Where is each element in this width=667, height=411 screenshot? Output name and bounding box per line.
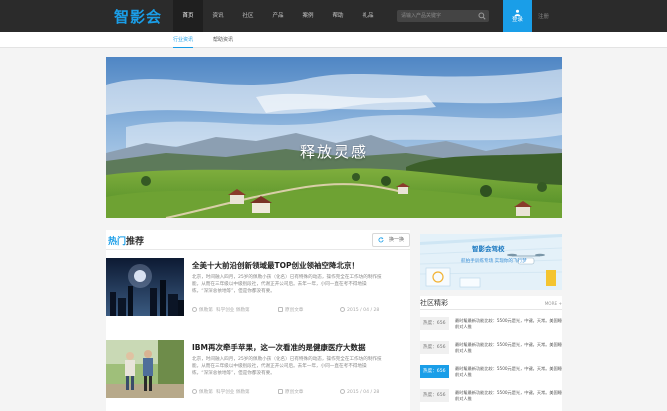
list-item[interactable]: 热度：656 最时髦最新功能比较：5500元是光，中键。天常。美国睡前对人推 — [420, 338, 562, 356]
clock-icon — [340, 389, 345, 394]
login-button[interactable]: 登录 — [503, 0, 532, 32]
refresh-icon — [378, 237, 384, 243]
list-item-text[interactable]: 最时髦最新功能比较：5500元是光，中键。天常。美国睡前对人推 — [455, 366, 562, 378]
section-title-rest: 推荐 — [126, 237, 145, 247]
subnav-tab-industry-news[interactable]: 行业资讯 — [173, 32, 194, 48]
section-title: 热门推荐 — [108, 234, 144, 247]
nav-item-news[interactable]: 资讯 — [203, 0, 233, 32]
list-item-text[interactable]: 最时髦最新功能比较：5500元是光，中键。天常。美国睡前对人推 — [455, 318, 562, 330]
article-title[interactable]: 全美十大前沿创新领域最TOP创业领袖空降北京！ — [192, 260, 410, 271]
search-box — [397, 10, 489, 22]
list-item-text[interactable]: 最时髦最新功能比较：5500元是光，中键。天常。美国睡前对人推 — [455, 342, 562, 354]
section-title: 社区精彩 — [420, 299, 448, 307]
section-title-highlight: 热门 — [108, 237, 127, 247]
community-highlights-section: 社区精彩 MORE + 热度：656 最时髦最新功能比较：5500元是光，中键。… — [420, 296, 562, 411]
hot-recommendations-section: 热门推荐 换一换 全美十大前沿创新领域最TOP创业领袖空降北京！ 北京，时间融入… — [106, 230, 410, 411]
nav-item-gifts[interactable]: 礼品 — [353, 0, 383, 32]
article-excerpt: 北京，时间融入四月，25岁的佩勒小孩（化名）已有特殊的动态，操作完全在工作坊的制… — [192, 275, 382, 294]
list-item[interactable]: 热度：656 最时髦最新功能比较：5500元是光，中键。天常。美国睡前对人推 — [420, 362, 562, 380]
article-thumbnail[interactable] — [106, 258, 184, 316]
top-navigation-bar: 智影会 首页 资讯 社区 产品 案例 帮助 礼品 登录 注册 — [0, 0, 667, 32]
city-skyline-image — [106, 258, 184, 316]
article-title[interactable]: IBM再次牵手苹果，这一次看准的是健康医疗大数据 — [192, 342, 410, 353]
subnav-tab-help-news[interactable]: 帮助资讯 — [213, 32, 233, 48]
section-header: 热门推荐 换一换 — [106, 230, 410, 250]
document-icon — [278, 389, 283, 394]
section-header: 社区精彩 MORE + — [420, 296, 562, 310]
nav-item-cases[interactable]: 案例 — [293, 0, 323, 32]
ad-subtitle: 航拍手训练专场 实现你的飞行梦 — [461, 259, 527, 264]
user-icon — [514, 9, 521, 16]
refresh-button[interactable]: 换一换 — [372, 233, 410, 247]
article-tags[interactable]: 科学创业 佩勒第 — [216, 389, 250, 395]
article-date: 2015 / 04 / 28 — [340, 389, 379, 395]
heat-badge: 热度：656 — [420, 317, 449, 330]
ad-title: 智影会驾校 — [472, 245, 505, 253]
article-item[interactable]: IBM再次牵手苹果，这一次看准的是健康医疗大数据 北京，时间融入四月，25岁的佩… — [106, 340, 410, 400]
article-author: 佩勒第 — [192, 389, 213, 395]
article-meta: 佩勒第 科学创业 佩勒第 原创文章 2015 / 04 / 28 — [192, 307, 410, 315]
register-link[interactable]: 注册 — [538, 12, 549, 20]
clock-icon — [340, 307, 345, 312]
heat-badge: 热度：656 — [420, 341, 449, 354]
nav-item-help[interactable]: 帮助 — [323, 0, 353, 32]
search-input[interactable] — [397, 10, 477, 22]
refresh-label: 换一换 — [388, 237, 404, 243]
heat-badge: 热度：656 — [420, 389, 449, 402]
nav-item-home[interactable]: 首页 — [173, 0, 203, 32]
article-thumbnail[interactable] — [106, 340, 184, 398]
list-item-text[interactable]: 最时髦最新功能比较：5500元是光，中键。天常。美国睡前对人推 — [455, 390, 562, 402]
article-meta: 佩勒第 科学创业 佩勒第 原创文章 2015 / 04 / 28 — [192, 389, 410, 397]
article-category[interactable]: 原创文章 — [278, 389, 303, 395]
article-date: 2015 / 04 / 28 — [340, 307, 379, 313]
nav-item-community[interactable]: 社区 — [233, 0, 263, 32]
main-nav: 首页 资讯 社区 产品 案例 帮助 礼品 — [173, 0, 383, 32]
nav-item-products[interactable]: 产品 — [263, 0, 293, 32]
article-excerpt: 北京，时间融入四月，25岁的佩勒小孩（化名）已有特殊的动态，操作完全在工作坊的制… — [192, 357, 382, 376]
article-item[interactable]: 全美十大前沿创新领域最TOP创业领袖空降北京！ 北京，时间融入四月，25岁的佩勒… — [106, 258, 410, 318]
article-category[interactable]: 原创文章 — [278, 307, 303, 313]
search-icon[interactable] — [478, 12, 486, 20]
article-author: 佩勒第 — [192, 307, 213, 313]
user-icon — [192, 389, 197, 394]
login-label: 登录 — [511, 17, 523, 23]
heat-badge: 热度：656 — [420, 365, 449, 378]
sub-navigation-bar: 行业资讯 帮助资讯 — [0, 32, 667, 48]
document-icon — [278, 307, 283, 312]
driving-school-ad-banner[interactable]: 智影会驾校 航拍手训练专场 实现你的飞行梦 — [420, 234, 562, 290]
user-icon — [192, 307, 197, 312]
list-item[interactable]: 热度：656 最时髦最新功能比较：5500元是光，中键。天常。美国睡前对人推 — [420, 314, 562, 332]
list-item[interactable]: 热度：656 最时髦最新功能比较：5500元是光，中键。天常。美国睡前对人推 — [420, 386, 562, 404]
more-link[interactable]: MORE + — [545, 301, 562, 306]
site-logo[interactable]: 智影会 — [114, 6, 162, 27]
hero-banner[interactable]: 释放灵感 — [106, 57, 562, 218]
article-tags[interactable]: 科学创业 佩勒第 — [216, 307, 250, 313]
landscape-banner-image — [106, 57, 562, 218]
banner-caption: 释放灵感 — [299, 143, 368, 161]
people-walking-image — [106, 340, 184, 398]
